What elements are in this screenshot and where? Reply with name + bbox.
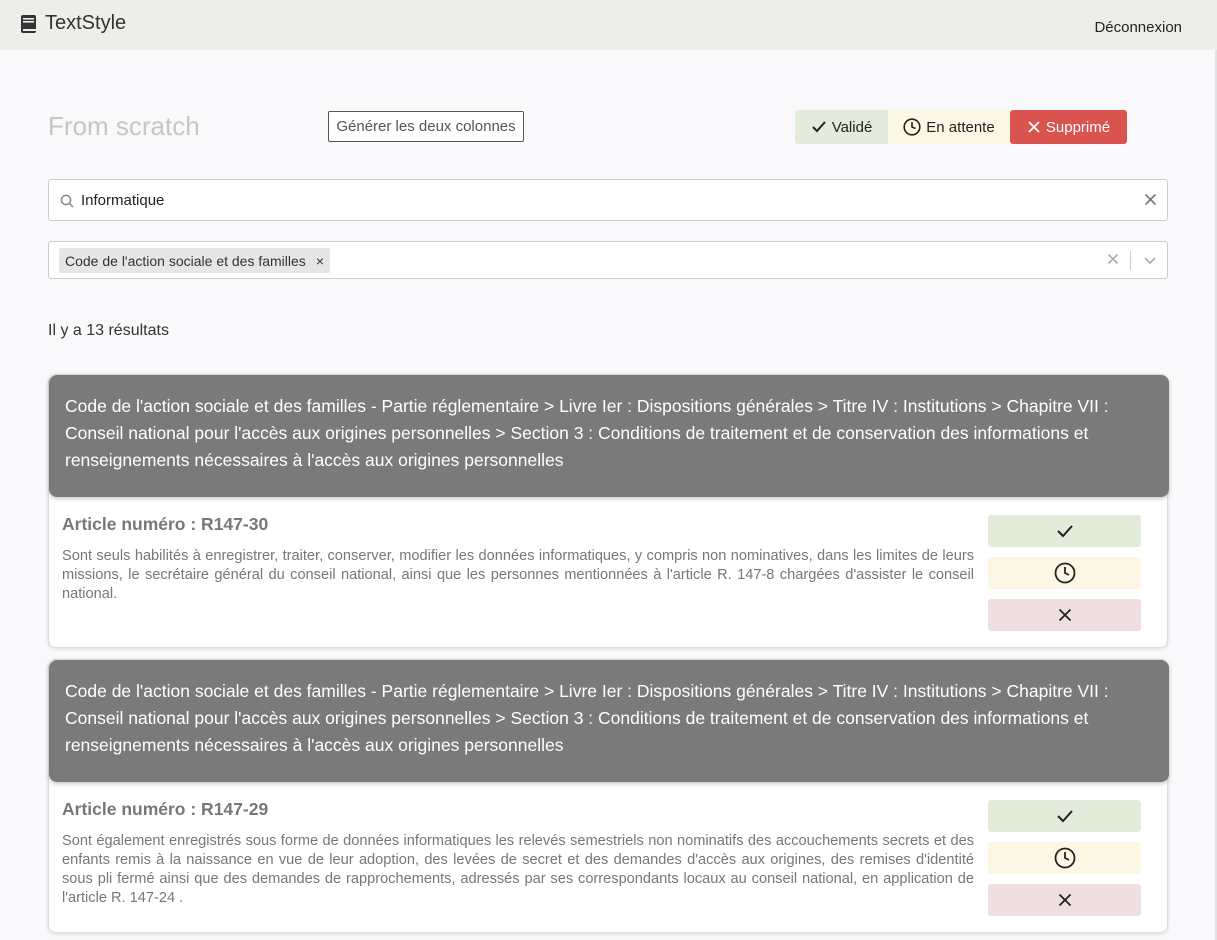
filter-pending-button[interactable]: En attente [888, 110, 1010, 144]
validate-button[interactable] [988, 800, 1141, 832]
article-title: Article numéro : R147-29 [62, 799, 269, 819]
clock-icon [1054, 847, 1075, 869]
selected-code-chip: Code de l'action sociale et des familles… [59, 248, 330, 273]
pending-button[interactable] [988, 557, 1141, 589]
search-icon [60, 194, 74, 208]
book-icon [20, 14, 38, 34]
filter-deleted-button[interactable]: Supprimé [1010, 110, 1127, 144]
article-text: Sont seuls habilités à enregistrer, trai… [62, 548, 974, 602]
code-multiselect[interactable]: Code de l'action sociale et des familles… [48, 241, 1168, 279]
search-box [48, 179, 1168, 221]
clear-selection-icon[interactable] [1107, 253, 1119, 265]
close-icon [1058, 608, 1071, 622]
delete-button[interactable] [988, 884, 1141, 916]
indicator-separator [1130, 251, 1131, 270]
clock-icon [903, 118, 921, 136]
article-path: Code de l'action sociale et des familles… [49, 660, 1169, 782]
filter-valid-button[interactable]: Validé [795, 110, 888, 144]
filter-deleted-label: Supprimé [1045, 118, 1111, 136]
result-card: Code de l'action sociale et des familles… [48, 374, 1169, 648]
check-icon [1056, 525, 1073, 538]
pending-button[interactable] [988, 842, 1141, 874]
article-path: Code de l'action sociale et des familles… [49, 375, 1169, 497]
brand[interactable]: TextStyle [20, 12, 126, 35]
results-count: Il y a 13 résultats [48, 322, 169, 339]
article-title: Article numéro : R147-30 [62, 514, 269, 534]
filter-pending-label: En attente [926, 118, 995, 136]
generate-columns-button[interactable]: Générer les deux colonnes [328, 111, 524, 142]
page-title: From scratch [48, 111, 200, 141]
logout-link[interactable]: Déconnexion [1094, 19, 1182, 36]
article-text: Sont également enregistrés sous forme de… [62, 833, 974, 906]
check-icon [811, 121, 826, 133]
chevron-down-icon[interactable] [1143, 254, 1157, 266]
validate-button[interactable] [988, 515, 1141, 547]
result-card: Code de l'action sociale et des familles… [48, 659, 1169, 933]
app-name: TextStyle [45, 12, 127, 34]
chip-remove-icon[interactable]: × [316, 253, 324, 269]
delete-button[interactable] [988, 599, 1141, 631]
close-icon [1058, 893, 1071, 907]
search-input[interactable] [81, 188, 1121, 212]
close-icon [1028, 121, 1040, 133]
check-icon [1056, 810, 1073, 823]
clear-search-icon[interactable] [1144, 193, 1157, 206]
filter-valid-label: Validé [831, 118, 873, 136]
top-bar: TextStyle Déconnexion [0, 0, 1217, 50]
clock-icon [1054, 562, 1075, 584]
chip-label: Code de l'action sociale et des familles [65, 252, 306, 269]
